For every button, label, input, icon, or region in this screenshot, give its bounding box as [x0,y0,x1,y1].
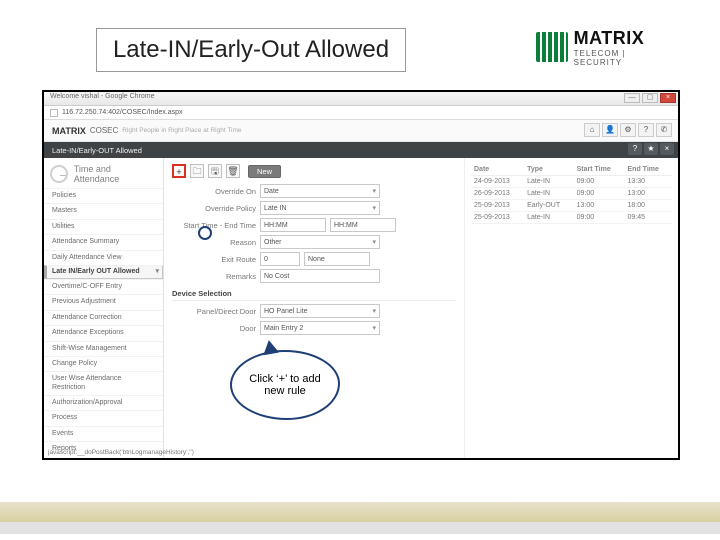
crumb-star-icon[interactable]: ★ [644,143,658,155]
door-select[interactable]: Main Entry 2 [260,321,380,335]
col-end: End Time [625,164,672,176]
exit-route-label: Exit Route [172,255,256,264]
table-row[interactable]: 25-09-2013Early-OUT13:0018:00 [471,200,672,212]
sidebar-group-utilities[interactable]: Utilities [44,219,163,234]
col-date: Date [471,164,524,176]
open-button[interactable]: 🗀 [190,164,204,178]
home-icon[interactable]: ⌂ [584,123,600,137]
sidebar-item[interactable]: Attendance Summary [44,234,163,249]
app-tagline: Right People in Right Place at Right Tim… [122,127,241,134]
help-icon[interactable]: ? [638,123,654,137]
time-label: Start Time - End Time [172,221,256,230]
sidebar-item[interactable]: Daily Attendance View [44,250,163,265]
end-time-input[interactable]: HH:MM [330,218,396,232]
override-on-label: Override On [172,187,256,196]
sidebar-item[interactable]: Shift-Wise Management [44,341,163,356]
browser-title: Welcome vishal - Google Chrome [50,93,155,100]
status-text: javascript:__doPostBack('btnLogmanageHis… [48,449,194,456]
sidebar-item[interactable]: Authorization/Approval [44,395,163,410]
table-row[interactable]: 24-09-2013Late-IN09:0013:30 [471,176,672,188]
rules-list: Date Type Start Time End Time 24-09-2013… [464,158,678,458]
sidebar-item-selected[interactable]: Late IN/Early OUT Allowed [44,265,163,279]
col-start: Start Time [574,164,625,176]
slide-title: Late-IN/Early-Out Allowed [96,28,406,72]
breadcrumb-bar: Late-IN/Early-OUT Allowed ? ★ × [44,142,678,158]
sidebar-group-masters[interactable]: Masters [44,203,163,218]
table-row[interactable]: 25-09-2013Late-IN09:0009:45 [471,212,672,224]
browser-urlbar: 116.72.250.74:402/COSEC/Index.aspx [44,106,678,120]
rules-table: Date Type Start Time End Time 24-09-2013… [471,164,672,224]
reason-label: Reason [172,238,256,247]
logo-subtitle: TELECOM | SECURITY [574,49,676,67]
override-policy-select[interactable]: Late IN [260,201,380,215]
sidebar-item[interactable]: Overtime/C-OFF Entry [44,279,163,294]
crumb-close-icon[interactable]: × [660,143,674,155]
delete-button[interactable]: 🗑 [226,164,240,178]
clock-icon [50,165,68,183]
breadcrumb: Late-IN/Early-OUT Allowed [52,146,142,155]
annotation-circle-icon [198,226,212,240]
phone-icon[interactable]: ✆ [656,123,672,137]
app-product: COSEC [90,126,118,135]
override-policy-label: Override Policy [172,204,256,213]
sidebar-item[interactable]: Process [44,410,163,425]
start-time-input[interactable]: HH:MM [260,218,326,232]
panel-door-label: Panel/Direct Door [172,307,256,316]
callout-cloud: Click ‘+’ to add new rule [230,350,340,420]
sidebar-item[interactable]: User Wise Attendance Restriction [44,371,163,395]
exit-route-name-input[interactable]: None [304,252,370,266]
sidebar-item[interactable]: Attendance Exceptions [44,325,163,340]
browser-window: Welcome vishal - Google Chrome — ▢ × 116… [42,90,680,460]
window-close-button[interactable]: × [660,93,676,103]
sidebar-item[interactable]: Attendance Correction [44,310,163,325]
gear-icon[interactable]: ⚙ [620,123,636,137]
door-label: Door [172,324,256,333]
new-button[interactable]: New [248,165,281,178]
logo-icon [536,32,568,62]
reason-select[interactable]: Other [260,235,380,249]
matrix-logo: MATRIX TELECOM | SECURITY [536,24,676,70]
form-toolbar: + 🗀 🖫 🗑 New [172,164,456,178]
save-button[interactable]: 🖫 [208,164,222,178]
remarks-input[interactable]: No Cost [260,269,380,283]
app-brand: MATRIX [52,126,86,136]
crumb-help-icon[interactable]: ? [628,143,642,155]
window-maximize-button[interactable]: ▢ [642,93,658,103]
logo-text: MATRIX [574,28,676,49]
user-icon[interactable]: 👤 [602,123,618,137]
table-row[interactable]: 26-09-2013Late-IN09:0013:00 [471,188,672,200]
col-type: Type [524,164,574,176]
add-button[interactable]: + [172,164,186,178]
override-on-select[interactable]: Date [260,184,380,198]
decorative-band [0,502,720,522]
remarks-label: Remarks [172,272,256,281]
sidebar-module: Time and Attendance [44,158,163,188]
exit-route-id-input[interactable]: 0 [260,252,300,266]
app-header: MATRIX COSEC Right People in Right Place… [44,120,678,142]
sidebar-item[interactable]: Change Policy [44,356,163,371]
window-minimize-button[interactable]: — [624,93,640,103]
browser-url[interactable]: 116.72.250.74:402/COSEC/Index.aspx [62,109,183,116]
device-selection-group: Device Selection [172,289,456,301]
sidebar-item[interactable]: Previous Adjustment [44,294,163,309]
browser-titlebar: Welcome vishal - Google Chrome — ▢ × [44,92,678,106]
page-icon [50,109,58,117]
panel-door-select[interactable]: HO Panel Lite [260,304,380,318]
sidebar-item[interactable]: Events [44,426,163,441]
sidebar: Time and Attendance Policies Masters Uti… [44,158,164,458]
sidebar-group-policies[interactable]: Policies [44,188,163,203]
